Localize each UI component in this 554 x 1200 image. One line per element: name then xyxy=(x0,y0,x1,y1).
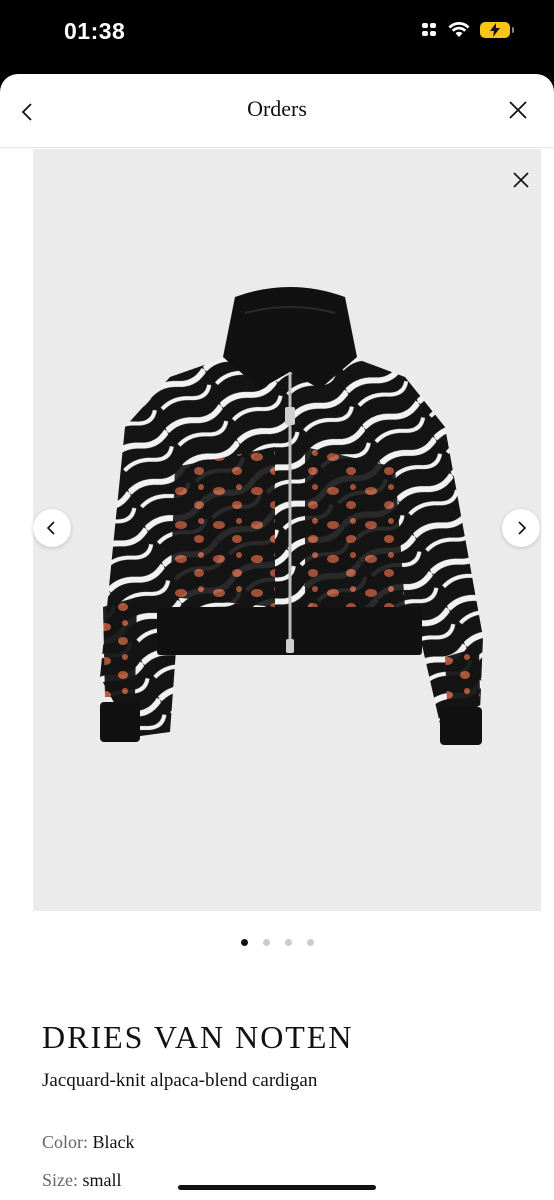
chevron-left-icon xyxy=(46,521,55,535)
page-title: Orders xyxy=(247,96,307,121)
color-value: Black xyxy=(92,1132,135,1152)
product-gallery[interactable] xyxy=(33,149,541,911)
wifi-icon xyxy=(448,22,470,37)
orders-sheet: Orders DRIES VAN NOTEN Jacquard-knit alp… xyxy=(0,74,554,1200)
pagination-dot[interactable] xyxy=(240,939,248,946)
previous-image-button[interactable] xyxy=(33,509,71,547)
size-label: Size: xyxy=(42,1170,78,1190)
home-indicator[interactable] xyxy=(178,1185,376,1190)
status-icons xyxy=(422,22,514,38)
color-label: Color: xyxy=(42,1132,89,1152)
nav-bar: Orders xyxy=(0,74,554,148)
product-name: Jacquard-knit alpaca-blend cardigan xyxy=(42,1070,318,1091)
product-brand: DRIES VAN NOTEN xyxy=(42,1019,354,1055)
product-color: Color: Black xyxy=(42,1132,135,1153)
gallery-close-button[interactable] xyxy=(509,168,533,192)
chevron-right-icon xyxy=(518,521,527,535)
pagination-dot[interactable] xyxy=(284,939,292,946)
signal-icon xyxy=(422,23,438,37)
product-image xyxy=(100,287,483,745)
close-icon xyxy=(509,101,527,119)
close-button[interactable] xyxy=(504,96,532,124)
pagination-dot[interactable] xyxy=(306,939,314,946)
size-value: small xyxy=(82,1170,122,1190)
gallery-pagination xyxy=(0,939,554,946)
close-icon xyxy=(513,172,529,188)
product-size: Size: small xyxy=(42,1170,122,1191)
pagination-dot[interactable] xyxy=(262,939,270,946)
next-image-button[interactable] xyxy=(502,509,540,547)
battery-icon xyxy=(480,22,514,38)
status-time: 01:38 xyxy=(64,18,126,44)
status-bar: 01:38 xyxy=(0,0,554,72)
